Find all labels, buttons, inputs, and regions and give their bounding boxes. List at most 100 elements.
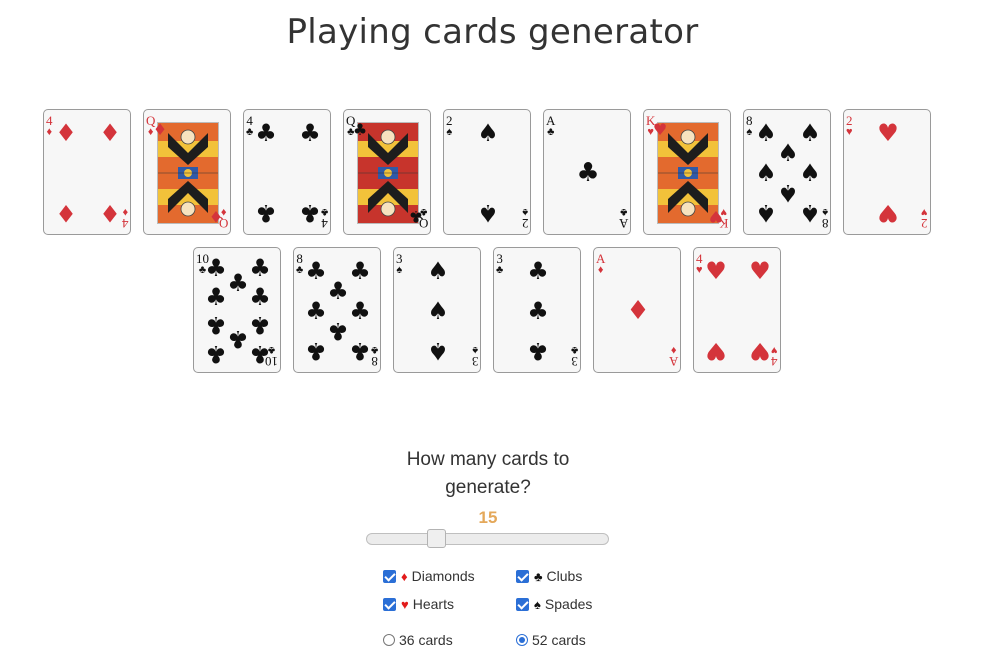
spade-icon: ♠ [427,337,449,366]
card-rank: 8 [371,354,378,369]
playing-card: 4 ♣ 4 ♣ ♣ ♣ ♣ ♣ [243,109,331,235]
club-icon: ♣ [305,337,327,366]
playing-card: A ♦ A ♦ ♦ [593,247,681,373]
hearts-label: Hearts [412,596,454,612]
card-rank: A [668,354,678,369]
clubs-checkbox[interactable] [516,569,529,583]
deck-36-radio[interactable] [383,634,395,646]
playing-card: K ♥ K ♥ ♥ ♥ [643,109,731,235]
slider-thumb[interactable] [427,529,447,548]
diamonds-option[interactable]: ♦ Diamonds [383,568,475,584]
deck-36-option[interactable]: 36 cards [383,632,453,648]
club-icon: ♣ [299,199,321,228]
card-corner: 3 ♣ [496,252,503,276]
spade-icon: ♠ [755,199,777,228]
playing-card: 8 ♣ 8 ♣ ♣ ♣ ♣ ♣ ♣ ♣ ♣ ♣ [293,247,381,373]
club-icon: ♣ [296,264,304,276]
card-count-slider[interactable] [366,533,609,545]
spade-icon: ♠ [477,199,499,228]
club-icon: ♣ [227,269,249,298]
hearts-option[interactable]: ♥ Hearts [383,596,454,612]
club-icon: ♣ [349,297,371,325]
club-icon: ♣ [349,256,371,285]
spade-icon: ♠ [746,126,753,138]
card-corner: 2 ♠ [521,206,529,231]
heart-icon: ♥ [771,344,778,356]
card-corner: A ♦ [596,252,605,276]
spade-icon: ♠ [799,199,821,228]
card-rank: 3 [571,354,578,369]
club-icon: ♣ [305,256,327,285]
spade-icon: ♠ [521,206,528,218]
card-corner: 8 ♠ [822,206,829,231]
diamond-icon: ♦ [208,207,224,226]
diamond-icon: ♦ [152,120,168,139]
heart-icon: ♥ [749,337,771,366]
club-icon: ♣ [255,199,277,228]
diamonds-checkbox[interactable] [383,569,396,583]
spades-label: Spades [544,596,593,612]
club-icon: ♣ [349,337,371,366]
diamond-icon: ♦ [55,118,77,147]
playing-card: Q ♦ Q ♦ ♦ ♦ [143,109,231,235]
card-rank: 4 [321,216,328,231]
playing-card: Q ♣ Q ♣ ♣ ♣ [343,109,431,235]
club-icon: ♣ [205,254,227,283]
card-corner: A ♣ [618,206,628,231]
heart-icon: ♥ [652,120,668,139]
club-icon: ♣ [227,324,249,353]
club-icon: ♣ [249,283,271,312]
card-corner: A ♣ [546,114,555,138]
diamond-icon: ♦ [121,206,128,218]
club-icon: ♣ [352,120,368,139]
playing-card: A ♣ A ♣ ♣ [543,109,631,235]
heart-icon: ♥ [696,264,703,276]
card-corner: 4 ♥ [696,252,703,276]
card-rank: A [618,216,628,231]
card-corner: 4 ♦ [121,206,129,231]
club-icon: ♣ [576,158,600,188]
card-rank: 2 [921,216,928,231]
diamond-icon: ♦ [99,199,121,228]
card-corner: 4 ♣ [246,114,253,138]
spades-checkbox[interactable] [516,597,529,611]
playing-card: 3 ♣ 3 ♣ ♣ ♣ ♣ [493,247,581,373]
club-icon: ♣ [249,339,271,368]
spade-icon: ♠ [427,297,449,325]
club-icon: ♣ [246,126,254,138]
card-rank: 3 [471,354,479,369]
card-corner: 3 ♣ [571,344,578,369]
playing-card: 2 ♥ 2 ♥ ♥ ♥ [843,109,931,235]
club-icon: ♣ [408,207,424,226]
hearts-checkbox[interactable] [383,597,396,611]
heart-icon: ♥ [708,207,724,226]
playing-card: 2 ♠ 2 ♠ ♠ ♠ [443,109,531,235]
club-icon: ♣ [305,297,327,325]
card-corner: 2 ♠ [446,114,453,138]
deck-36-label: 36 cards [399,632,453,648]
club-icon: ♣ [205,339,227,368]
club-icon: ♣ [249,254,271,283]
diamond-icon: ♦ [46,126,53,138]
card-rank: 2 [521,216,529,231]
club-icon: ♣ [320,206,328,218]
deck-52-radio[interactable] [516,634,528,646]
club-icon: ♣ [327,276,349,305]
clubs-option[interactable]: ♣ Clubs [516,568,582,584]
spades-option[interactable]: ♠ Spades [516,596,592,612]
card-rank: 4 [771,354,778,369]
club-icon: ♣ [547,126,555,138]
heart-icon: ♥ [401,596,409,612]
card-corner: 3 ♠ [396,252,403,276]
heart-icon: ♥ [749,256,771,285]
card-corner: 3 ♠ [471,344,479,369]
playing-card: 8 ♠ 8 ♠ ♠ ♠ ♠ ♠ ♠ ♠ ♠ ♠ [743,109,831,235]
club-icon: ♣ [619,206,627,218]
diamonds-label: Diamonds [411,568,475,584]
card-corner: 2 ♥ [846,114,853,138]
deck-52-option[interactable]: 52 cards [516,632,586,648]
heart-icon: ♥ [877,118,899,147]
diamond-icon: ♦ [626,296,650,326]
spade-icon: ♠ [777,179,799,208]
card-corner: A ♦ [668,344,678,369]
